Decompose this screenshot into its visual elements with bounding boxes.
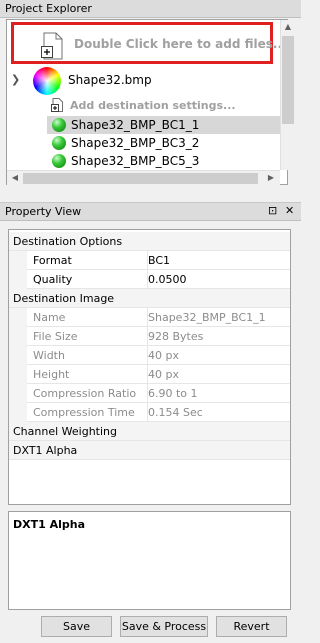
category-label: Destination Image: [13, 292, 115, 305]
compression-ratio-value: 6.90 to 1: [147, 384, 290, 403]
chevron-down-icon[interactable]: ❯: [11, 73, 20, 86]
tree-item-label: Shape32_BMP_BC5_3: [71, 154, 200, 168]
status-ok-icon: [52, 154, 66, 168]
tree-item-label: Shape32_BMP_BC1_1: [71, 118, 200, 132]
quality-value[interactable]: 0.0500: [147, 270, 290, 289]
tree-item-bc1[interactable]: Shape32_BMP_BC1_1: [47, 116, 280, 134]
compression-time-value: 0.154 Sec: [147, 403, 290, 422]
property-view-title: Property View ⊡ ✕: [0, 202, 301, 221]
scroll-up-icon[interactable]: ▲: [281, 20, 295, 34]
property-row-quality[interactable]: Quality 0.0500: [9, 270, 290, 289]
vertical-scrollbar[interactable]: ▲: [280, 20, 295, 170]
status-ok-icon: [52, 136, 66, 150]
category-destination-options[interactable]: Destination Options: [9, 232, 290, 251]
save-process-button[interactable]: Save & Process: [120, 616, 208, 637]
property-grid[interactable]: Destination Options Format BC1 Quality 0…: [8, 229, 291, 505]
add-destination-text: Add destination settings...: [70, 99, 236, 112]
revert-button[interactable]: Revert: [216, 616, 287, 637]
scroll-right-icon[interactable]: ▶: [264, 171, 278, 185]
property-row-name[interactable]: Name Shape32_BMP_BC1_1: [9, 308, 290, 327]
file-size-value-text: 928 Bytes: [148, 330, 204, 343]
property-name: Compression Ratio: [33, 387, 137, 400]
property-row-format[interactable]: Format BC1: [9, 251, 290, 270]
compression-ratio-value-text: 6.90 to 1: [148, 387, 198, 400]
add-destination-node[interactable]: Add destination settings...: [51, 97, 280, 115]
property-view-title-text: Property View: [5, 205, 82, 218]
save-process-button-label: Save & Process: [121, 620, 207, 633]
row-gutter: [9, 365, 27, 384]
close-icon[interactable]: ✕: [285, 204, 294, 217]
property-name: Width: [33, 349, 65, 362]
format-value[interactable]: BC1: [147, 251, 290, 270]
save-button[interactable]: Save: [41, 616, 112, 637]
category-label: Channel Weighting: [13, 425, 117, 438]
horizontal-scroll-thumb[interactable]: [23, 173, 258, 184]
file-size-value: 928 Bytes: [147, 327, 290, 346]
row-gutter: [9, 327, 27, 346]
property-name: Quality: [33, 273, 73, 286]
category-label: Destination Options: [13, 235, 123, 248]
category-dxt1-alpha[interactable]: DXT1 Alpha: [9, 441, 290, 460]
property-name: Format: [33, 254, 72, 267]
category-destination-image[interactable]: Destination Image: [9, 289, 290, 308]
vertical-scroll-thumb[interactable]: [282, 36, 294, 124]
add-file-icon: [41, 32, 63, 60]
height-value: 40 px: [147, 365, 290, 384]
row-gutter: [9, 384, 27, 403]
name-value-text: Shape32_BMP_BC1_1: [148, 311, 266, 324]
project-explorer-title: Project Explorer: [0, 0, 301, 18]
property-name: Height: [33, 368, 70, 381]
root-file-label: Shape32.bmp: [68, 73, 152, 87]
add-destination-icon: [51, 98, 63, 112]
pin-icon[interactable]: ⊡: [268, 204, 277, 217]
scroll-left-icon[interactable]: ◀: [8, 171, 22, 185]
tree-item-bc3[interactable]: Shape32_BMP_BC3_2: [47, 134, 280, 152]
width-value-text: 40 px: [148, 349, 179, 362]
row-gutter: [9, 403, 27, 422]
project-explorer-title-text: Project Explorer: [5, 2, 92, 15]
name-value: Shape32_BMP_BC1_1: [147, 308, 290, 327]
category-label: DXT1 Alpha: [13, 444, 78, 457]
property-row-width[interactable]: Width 40 px: [9, 346, 290, 365]
format-value-text: BC1: [148, 254, 171, 267]
height-value-text: 40 px: [148, 368, 179, 381]
tree-item-bc5[interactable]: Shape32_BMP_BC5_3: [47, 152, 280, 170]
row-gutter: [9, 308, 27, 327]
property-row-compression-time[interactable]: Compression Time 0.154 Sec: [9, 403, 290, 422]
property-row-compression-ratio[interactable]: Compression Ratio 6.90 to 1: [9, 384, 290, 403]
project-explorer-tree[interactable]: Double Click here to add files... ❯ Shap…: [6, 19, 295, 185]
property-name: Compression Time: [33, 406, 135, 419]
property-name: File Size: [33, 330, 78, 343]
row-gutter: [9, 270, 27, 289]
horizontal-scrollbar[interactable]: ◀ ▶: [7, 170, 280, 185]
row-gutter: [9, 251, 27, 270]
save-button-label: Save: [62, 620, 90, 633]
property-row-file-size[interactable]: File Size 928 Bytes: [9, 327, 290, 346]
add-files-drop-target[interactable]: Double Click here to add files...: [11, 22, 287, 64]
property-row-height[interactable]: Height 40 px: [9, 365, 290, 384]
color-wheel-image-icon: [33, 67, 61, 95]
tree-item-label: Shape32_BMP_BC3_2: [71, 136, 200, 150]
revert-button-label: Revert: [233, 620, 270, 633]
description-panel: DXT1 Alpha: [8, 511, 291, 610]
tree-root-node[interactable]: ❯ Shape32.bmp: [7, 67, 280, 95]
category-channel-weighting[interactable]: Channel Weighting: [9, 422, 290, 441]
row-gutter: [9, 346, 27, 365]
description-title: DXT1 Alpha: [13, 518, 86, 531]
quality-value-text: 0.0500: [148, 273, 187, 286]
add-files-text: Double Click here to add files...: [74, 37, 287, 51]
width-value: 40 px: [147, 346, 290, 365]
property-name: Name: [33, 311, 66, 324]
compression-time-value-text: 0.154 Sec: [148, 406, 203, 419]
status-ok-icon: [52, 118, 66, 132]
